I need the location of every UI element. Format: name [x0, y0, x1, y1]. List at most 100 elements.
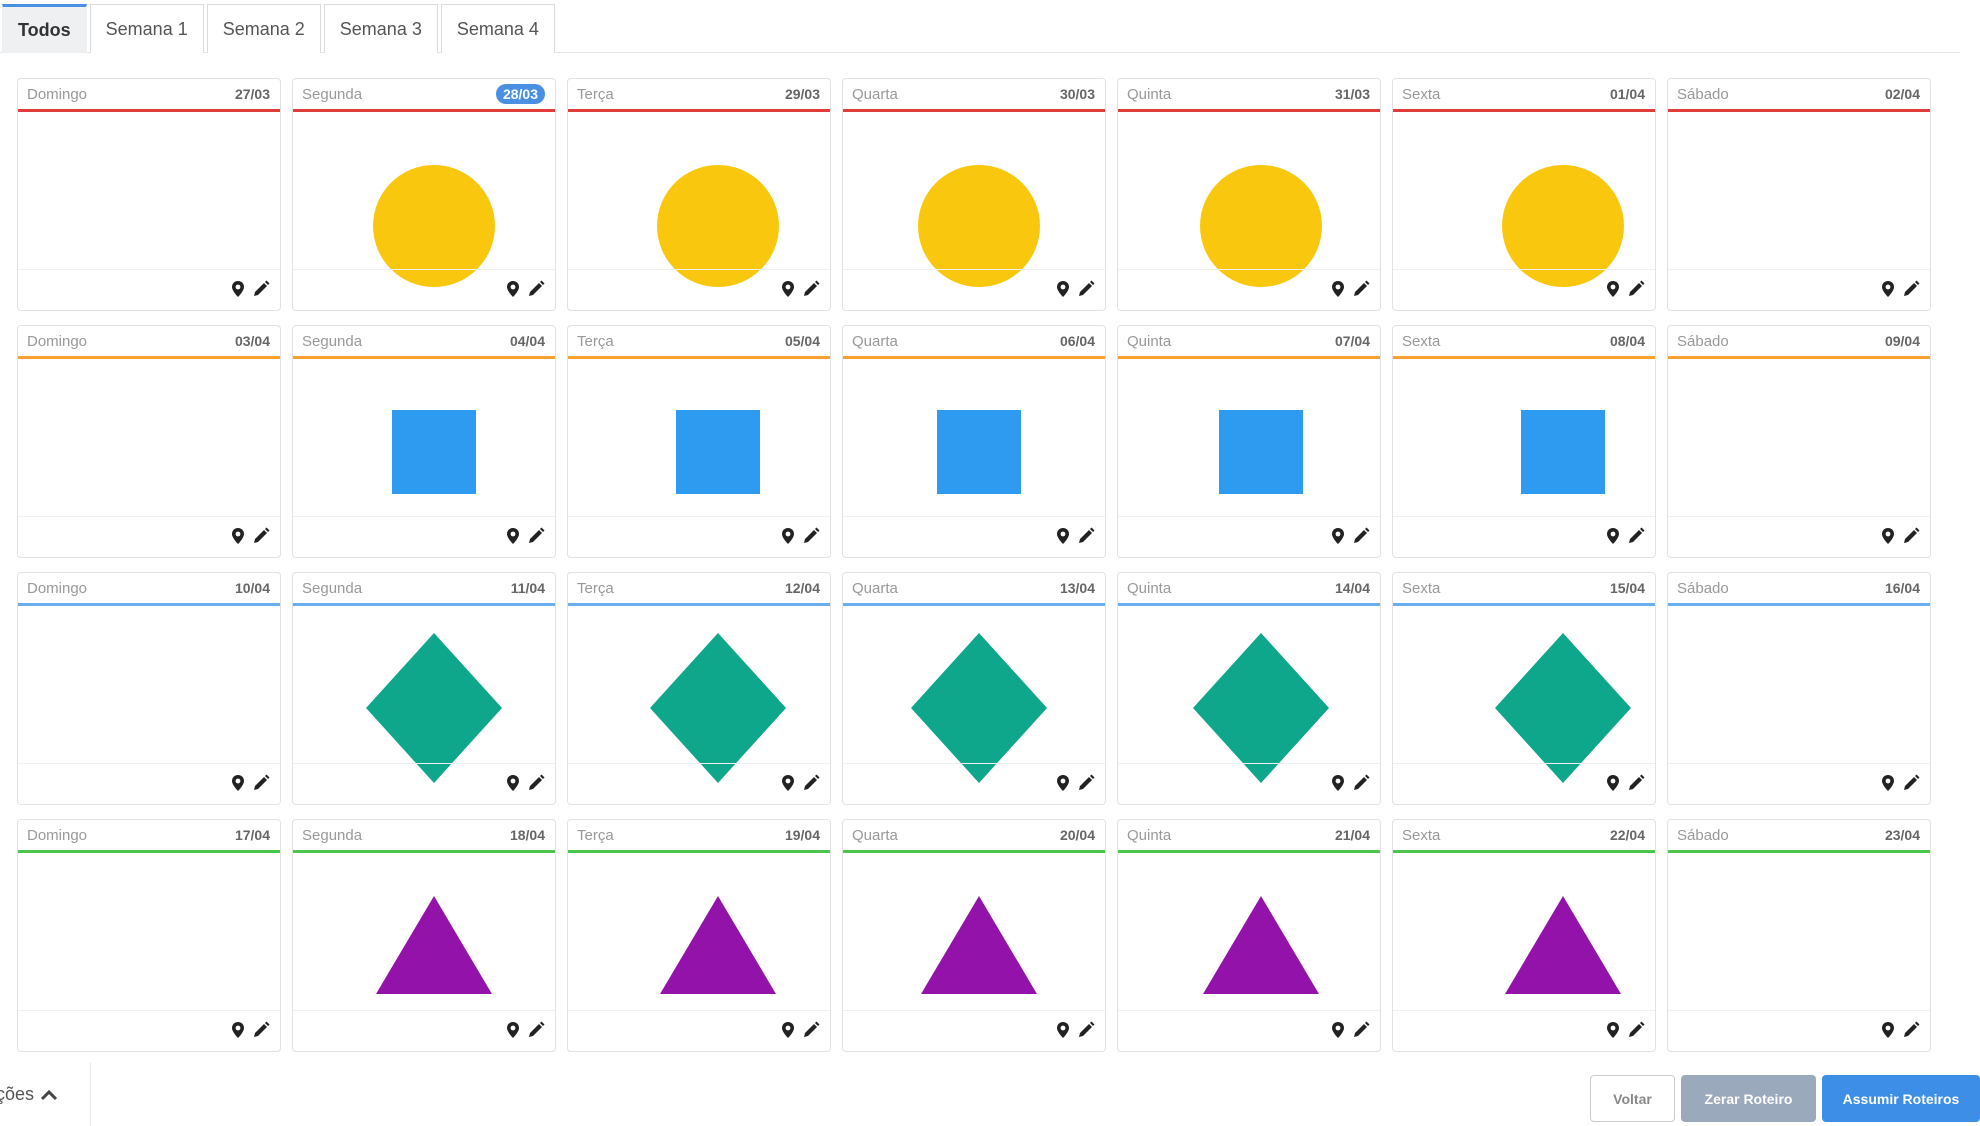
tab-1[interactable]: Semana 1	[89, 4, 204, 53]
pencil-icon[interactable]	[1627, 527, 1645, 545]
map-pin-icon[interactable]	[506, 774, 520, 792]
map-pin-icon[interactable]	[1331, 1021, 1345, 1039]
day-card[interactable]: Sexta 01/04	[1392, 78, 1656, 311]
map-pin-icon[interactable]	[781, 527, 795, 545]
pencil-icon[interactable]	[252, 774, 270, 792]
day-card[interactable]: Segunda 28/03	[292, 78, 556, 311]
day-card[interactable]: Sábado 23/04	[1667, 819, 1931, 1052]
pencil-icon[interactable]	[252, 1021, 270, 1039]
map-pin-icon[interactable]	[231, 527, 245, 545]
day-card[interactable]: Domingo 17/04	[17, 819, 281, 1052]
day-card[interactable]: Sexta 08/04	[1392, 325, 1656, 558]
map-pin-icon[interactable]	[1056, 527, 1070, 545]
day-card[interactable]: Quinta 14/04	[1117, 572, 1381, 805]
map-pin-icon[interactable]	[781, 1021, 795, 1039]
day-name: Quarta	[852, 579, 898, 597]
day-date: 10/04	[234, 580, 270, 596]
pencil-icon[interactable]	[1077, 1021, 1095, 1039]
day-card[interactable]: Sábado 09/04	[1667, 325, 1931, 558]
pencil-icon[interactable]	[252, 280, 270, 298]
map-pin-icon[interactable]	[506, 1021, 520, 1039]
pencil-icon[interactable]	[802, 527, 820, 545]
day-card[interactable]: Sábado 02/04	[1667, 78, 1931, 311]
map-pin-icon[interactable]	[1606, 527, 1620, 545]
day-card-footer	[1118, 516, 1380, 557]
tab-3[interactable]: Semana 3	[323, 4, 438, 53]
day-card[interactable]: Domingo 10/04	[17, 572, 281, 805]
day-card[interactable]: Quinta 07/04	[1117, 325, 1381, 558]
pencil-icon[interactable]	[1077, 774, 1095, 792]
pencil-icon[interactable]	[252, 527, 270, 545]
day-card[interactable]: Sexta 15/04	[1392, 572, 1656, 805]
day-card[interactable]: Segunda 04/04	[292, 325, 556, 558]
map-pin-icon[interactable]	[506, 280, 520, 298]
day-card[interactable]: Domingo 27/03	[17, 78, 281, 311]
card-actions	[1331, 1021, 1370, 1039]
day-card[interactable]: Quarta 13/04	[842, 572, 1106, 805]
map-pin-icon[interactable]	[1881, 1021, 1895, 1039]
map-pin-icon[interactable]	[231, 774, 245, 792]
pencil-icon[interactable]	[527, 774, 545, 792]
day-card-footer	[1393, 269, 1655, 310]
day-card[interactable]: Segunda 18/04	[292, 819, 556, 1052]
day-card[interactable]: Terça 12/04	[567, 572, 831, 805]
pencil-icon[interactable]	[1902, 527, 1920, 545]
day-card[interactable]: Domingo 03/04	[17, 325, 281, 558]
day-card[interactable]: Terça 29/03	[567, 78, 831, 311]
day-card[interactable]: Quarta 06/04	[842, 325, 1106, 558]
map-pin-icon[interactable]	[1606, 1021, 1620, 1039]
pencil-icon[interactable]	[1352, 527, 1370, 545]
map-pin-icon[interactable]	[1881, 280, 1895, 298]
map-pin-icon[interactable]	[231, 1021, 245, 1039]
map-pin-icon[interactable]	[1606, 774, 1620, 792]
day-card-header: Quinta 31/03	[1118, 79, 1380, 112]
options-toggle[interactable]: ções	[0, 1063, 91, 1126]
pencil-icon[interactable]	[1627, 774, 1645, 792]
day-card[interactable]: Sexta 22/04	[1392, 819, 1656, 1052]
map-pin-icon[interactable]	[781, 774, 795, 792]
pencil-icon[interactable]	[527, 1021, 545, 1039]
day-card[interactable]: Sábado 16/04	[1667, 572, 1931, 805]
day-card[interactable]: Segunda 11/04	[292, 572, 556, 805]
pencil-icon[interactable]	[527, 280, 545, 298]
day-card[interactable]: Quinta 21/04	[1117, 819, 1381, 1052]
day-name: Terça	[577, 85, 614, 103]
map-pin-icon[interactable]	[1056, 280, 1070, 298]
pencil-icon[interactable]	[1627, 280, 1645, 298]
map-pin-icon[interactable]	[231, 280, 245, 298]
pencil-icon[interactable]	[1352, 1021, 1370, 1039]
map-pin-icon[interactable]	[1881, 527, 1895, 545]
map-pin-icon[interactable]	[1606, 280, 1620, 298]
pencil-icon[interactable]	[527, 527, 545, 545]
reset-route-button[interactable]: Zerar Roteiro	[1681, 1075, 1816, 1122]
day-card[interactable]: Quarta 20/04	[842, 819, 1106, 1052]
pencil-icon[interactable]	[802, 280, 820, 298]
day-card[interactable]: Terça 19/04	[567, 819, 831, 1052]
pencil-icon[interactable]	[1077, 527, 1095, 545]
day-card[interactable]: Terça 05/04	[567, 325, 831, 558]
pencil-icon[interactable]	[1902, 1021, 1920, 1039]
tab-0[interactable]: Todos	[2, 4, 87, 53]
map-pin-icon[interactable]	[506, 527, 520, 545]
map-pin-icon[interactable]	[1331, 774, 1345, 792]
map-pin-icon[interactable]	[1331, 280, 1345, 298]
assume-routes-button[interactable]: Assumir Roteiros	[1822, 1075, 1980, 1122]
pencil-icon[interactable]	[1352, 280, 1370, 298]
pencil-icon[interactable]	[802, 774, 820, 792]
map-pin-icon[interactable]	[1881, 774, 1895, 792]
back-button[interactable]: Voltar	[1590, 1075, 1675, 1122]
map-pin-icon[interactable]	[1056, 774, 1070, 792]
pencil-icon[interactable]	[1627, 1021, 1645, 1039]
pencil-icon[interactable]	[1077, 280, 1095, 298]
pencil-icon[interactable]	[1902, 774, 1920, 792]
day-card[interactable]: Quarta 30/03	[842, 78, 1106, 311]
pencil-icon[interactable]	[1902, 280, 1920, 298]
map-pin-icon[interactable]	[781, 280, 795, 298]
day-card[interactable]: Quinta 31/03	[1117, 78, 1381, 311]
tab-4[interactable]: Semana 4	[440, 4, 555, 53]
pencil-icon[interactable]	[1352, 774, 1370, 792]
pencil-icon[interactable]	[802, 1021, 820, 1039]
tab-2[interactable]: Semana 2	[206, 4, 321, 53]
map-pin-icon[interactable]	[1331, 527, 1345, 545]
map-pin-icon[interactable]	[1056, 1021, 1070, 1039]
